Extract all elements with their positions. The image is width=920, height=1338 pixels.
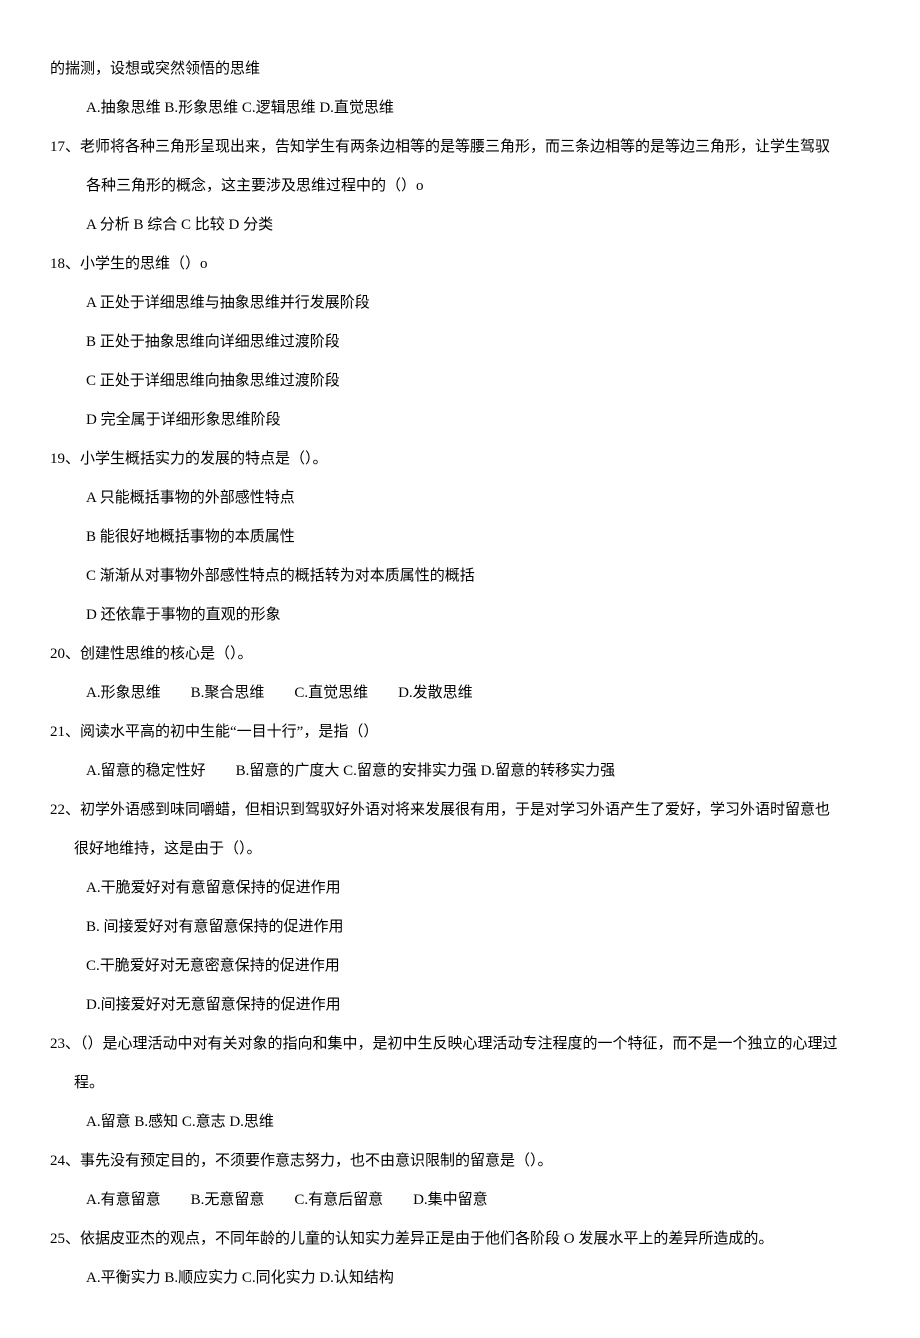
question-22-cont: 很好地维持，这是由于（）。 (74, 830, 870, 869)
intro-options: A.抽象思维 B.形象思维 C.逻辑思维 D.直觉思维 (86, 89, 870, 128)
question-20: 20、创建性思维的核心是（）。 (50, 635, 870, 674)
question-19-option-b: B 能很好地概括事物的本质属性 (86, 518, 870, 557)
question-25-options: A.平衡实力 B.顺应实力 C.同化实力 D.认知结构 (86, 1259, 870, 1298)
question-24: 24、事先没有预定目的，不须要作意志努力，也不由意识限制的留意是（）。 (50, 1142, 870, 1181)
question-22-option-d: D.间接爱好对无意留意保持的促进作用 (86, 986, 870, 1025)
question-18-option-d: D 完全属于详细形象思维阶段 (86, 401, 870, 440)
question-24-options: A.有意留意 B.无意留意 C.有意后留意 D.集中留意 (86, 1181, 870, 1220)
question-19: 19、小学生概括实力的发展的特点是（）。 (50, 440, 870, 479)
question-17-options: A 分析 B 综合 C 比较 D 分类 (86, 206, 870, 245)
question-25: 25、依据皮亚杰的观点，不同年龄的儿童的认知实力差异正是由于他们各阶段 O 发展… (50, 1220, 870, 1259)
question-19-option-c: C 渐渐从对事物外部感性特点的概括转为对本质属性的概括 (86, 557, 870, 596)
question-18-option-c: C 正处于详细思维向抽象思维过渡阶段 (86, 362, 870, 401)
question-22-option-a: A.干脆爱好对有意留意保持的促进作用 (86, 869, 870, 908)
question-17: 17、老师将各种三角形呈现出来，告知学生有两条边相等的是等腰三角形，而三条边相等… (50, 128, 870, 167)
question-22: 22、初学外语感到味同嚼蜡，但相识到驾驭好外语对将来发展很有用，于是对学习外语产… (50, 791, 870, 830)
question-22-option-c: C.干脆爱好对无意密意保持的促进作用 (86, 947, 870, 986)
question-19-option-a: A 只能概括事物的外部感性特点 (86, 479, 870, 518)
question-18-option-b: B 正处于抽象思维向详细思维过渡阶段 (86, 323, 870, 362)
question-20-options: A.形象思维 B.聚合思维 C.直觉思维 D.发散思维 (86, 674, 870, 713)
intro-continuation: 的揣测，设想或突然领悟的思维 (50, 50, 870, 89)
question-21-options: A.留意的稳定性好 B.留意的广度大 C.留意的安排实力强 D.留意的转移实力强 (86, 752, 870, 791)
question-23: 23、（）是心理活动中对有关对象的指向和集中，是初中生反映心理活动专注程度的一个… (50, 1025, 870, 1064)
question-22-option-b: B. 间接爱好对有意留意保持的促进作用 (86, 908, 870, 947)
question-17-cont: 各种三角形的概念，这主要涉及思维过程中的（）o (86, 167, 870, 206)
question-19-option-d: D 还依靠于事物的直观的形象 (86, 596, 870, 635)
question-18: 18、小学生的思维（）o (50, 245, 870, 284)
question-23-options: A.留意 B.感知 C.意志 D.思维 (86, 1103, 870, 1142)
question-18-option-a: A 正处于详细思维与抽象思维并行发展阶段 (86, 284, 870, 323)
question-23-cont: 程。 (74, 1064, 870, 1103)
question-21: 21、阅读水平高的初中生能“一目十行”，是指（） (50, 713, 870, 752)
